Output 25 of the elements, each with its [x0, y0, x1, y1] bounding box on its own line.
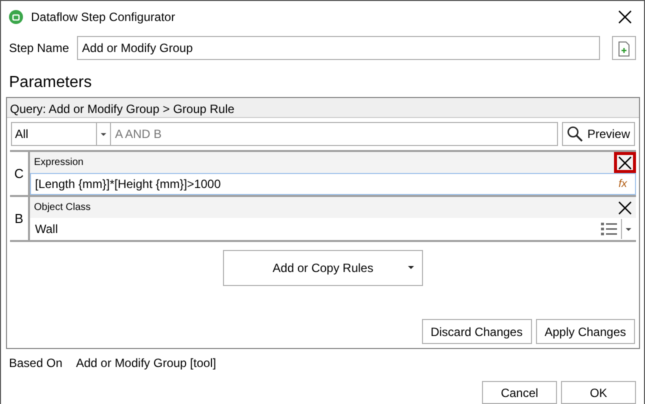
- mode-dropdown[interactable]: All: [11, 122, 111, 146]
- based-on-value: Add or Modify Group [tool]: [76, 355, 216, 372]
- add-rules-button[interactable]: Add or Copy Rules: [223, 250, 423, 286]
- new-file-button[interactable]: [612, 36, 636, 60]
- query-path: Query: Add or Modify Group > Group Rule: [7, 98, 639, 118]
- filter-field[interactable]: A AND B: [111, 122, 558, 146]
- based-on-label: Based On: [9, 355, 64, 372]
- caret-icon: [408, 266, 414, 270]
- rule-label: Object Class: [34, 201, 91, 215]
- document-plus-icon: [617, 40, 631, 57]
- rule-value-field[interactable]: [Length {mm}]*[Height {mm}]>1000 fx: [30, 173, 636, 195]
- list-icon[interactable]: [601, 222, 617, 236]
- ok-button[interactable]: OK: [561, 381, 636, 404]
- rule-label: Expression: [34, 156, 84, 170]
- apply-changes-button[interactable]: Apply Changes: [536, 319, 635, 344]
- search-icon: [567, 126, 584, 142]
- section-heading: Parameters: [8, 73, 93, 93]
- app-logo-icon: [9, 10, 23, 24]
- step-name-label: Step Name: [9, 40, 70, 57]
- discard-changes-button[interactable]: Discard Changes: [422, 319, 532, 344]
- cancel-button[interactable]: Cancel: [482, 381, 557, 404]
- function-button[interactable]: fx: [618, 176, 627, 192]
- step-name-field[interactable]: Add or Modify Group: [77, 36, 600, 60]
- window-title: Dataflow Step Configurator: [31, 9, 176, 26]
- preview-button[interactable]: Preview: [562, 122, 635, 146]
